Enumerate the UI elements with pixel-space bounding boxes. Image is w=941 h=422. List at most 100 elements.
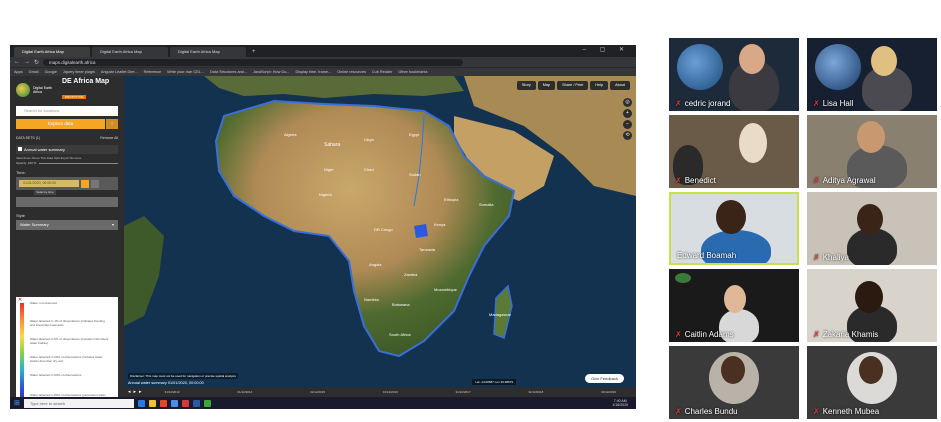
participant-tile-active-speaker[interactable]: Edward Boamah xyxy=(669,192,799,265)
forward-icon[interactable]: → xyxy=(24,59,30,65)
zoom-out-icon[interactable]: − xyxy=(623,120,632,129)
bookmark-item[interactable]: Display time, frame... xyxy=(295,70,331,74)
url-input[interactable]: maps.digitalearth.africa xyxy=(43,58,464,66)
muted-mic-icon: ✗ xyxy=(813,176,820,185)
reset-view-icon[interactable]: ⟲ xyxy=(623,131,632,140)
background-globe xyxy=(815,44,861,90)
app-icon[interactable] xyxy=(170,399,178,407)
toolbar-story-button[interactable]: Story xyxy=(516,81,536,90)
remove-all-button[interactable]: Remove All xyxy=(100,136,118,140)
map-label: Ethiopia xyxy=(444,197,459,202)
toolbar-map-button[interactable]: Map xyxy=(537,81,556,90)
map-label: Kenya xyxy=(434,222,446,227)
bookmark-item[interactable]: Other bookmarks xyxy=(398,70,427,74)
map-label: Egypt xyxy=(409,132,420,137)
zoom-controls: ◎ + − ⟲ xyxy=(623,98,632,142)
bookmark-item[interactable]: Google xyxy=(45,70,57,74)
participant-tile[interactable]: ✗ Lisa Hall xyxy=(807,38,937,111)
upload-icon[interactable]: ⇧ xyxy=(106,119,118,129)
muted-mic-icon: ✗ xyxy=(675,99,682,108)
toolbar-help-button[interactable]: Help xyxy=(590,81,609,90)
zoom-in-icon[interactable]: + xyxy=(623,109,632,118)
bookmark-item[interactable]: Apps xyxy=(14,70,23,74)
bookmark-item[interactable]: Gmail xyxy=(29,70,39,74)
window-controls[interactable]: – ▢ ✕ xyxy=(583,46,630,53)
datasets-label: DATA SETS (1) xyxy=(16,136,40,140)
style-select[interactable]: Water Summary ▾ xyxy=(16,220,118,230)
beta-badge: PROTOTYPE xyxy=(62,94,87,99)
app-icon[interactable] xyxy=(192,399,200,407)
participant-name: ✗ Kenneth Mubea xyxy=(813,407,880,416)
map-view[interactable]: Sahara Egypt Libya Algeria Niger Sudan C… xyxy=(124,76,636,397)
timeline-track[interactable]: 31/12/2013 31/12/2014 31/12/2015 31/12/2016… xyxy=(145,389,636,396)
layer-item[interactable]: Annual water summary xyxy=(16,145,118,154)
participant-tile[interactable]: ✗ Khaliya xyxy=(807,192,937,265)
legend-item: Water: not observed xyxy=(30,301,57,305)
avatar xyxy=(857,204,883,234)
location-search-input[interactable]: Search for locations xyxy=(16,106,118,116)
logo-icon xyxy=(16,83,30,97)
bookmark-item[interactable]: JavaScript: How Do... xyxy=(253,70,290,74)
bookmark-item[interactable]: Reference xyxy=(144,70,162,74)
participant-name: ✗ Caitlin Adams xyxy=(675,330,734,339)
time-panel xyxy=(16,197,118,207)
task-view-icon[interactable] xyxy=(137,399,145,407)
reload-icon[interactable]: ↻ xyxy=(34,59,39,66)
map-label: Somalia xyxy=(479,202,494,207)
bookmark-item[interactable]: Write your own CEL... xyxy=(167,70,204,74)
play-icon[interactable]: ▸ xyxy=(134,389,137,395)
windows-start-icon[interactable]: ⊞ xyxy=(14,399,20,407)
legend-item: Water detected in 1% of observations (in… xyxy=(30,319,105,327)
participant-tile[interactable]: ✗ Zakaria Khamis xyxy=(807,269,937,342)
participant-tile[interactable]: ✗ Charles Bundu xyxy=(669,346,799,419)
muted-mic-icon: ✗ xyxy=(675,407,682,416)
bookmark-item[interactable]: Jquery timer plugin xyxy=(63,70,95,74)
africa-map[interactable]: Sahara Egypt Libya Algeria Niger Sudan C… xyxy=(124,76,636,397)
bookmark-item[interactable]: Angular Leaflet Dire... xyxy=(101,70,138,74)
browser-tab[interactable]: Digital Earth Africa Map xyxy=(92,47,168,57)
toolbar-share-print-button[interactable]: Share / Print xyxy=(557,81,589,90)
calendar-button[interactable] xyxy=(81,179,89,188)
toolbar-about-button[interactable]: About xyxy=(610,81,630,90)
layer-checkbox[interactable] xyxy=(18,147,22,151)
map-label: Tanzania xyxy=(419,247,436,252)
app-icon[interactable] xyxy=(203,399,211,407)
opacity-slider[interactable] xyxy=(39,162,118,164)
avatar xyxy=(724,285,746,313)
video-gallery: ✗ cedric jorand ✗ Lisa Hall ✗ Benedict ✗ Adi… xyxy=(669,38,941,422)
chrome-icon[interactable] xyxy=(159,399,167,407)
browser-tab[interactable]: Digital Earth Africa Map xyxy=(14,47,90,57)
app-title: DE Africa Map xyxy=(62,77,110,85)
back-icon[interactable]: ← xyxy=(14,59,20,65)
bookmark-item[interactable]: Cub Reader xyxy=(372,70,392,74)
step-forward-icon[interactable]: ▸ xyxy=(139,389,142,395)
system-clock[interactable]: 7:40 AM 1/16/2020 xyxy=(612,399,636,407)
time-select[interactable]: 01/01/2020, 00:00:00 xyxy=(19,180,79,187)
compass-icon[interactable]: ◎ xyxy=(623,98,632,107)
time-settings-button[interactable] xyxy=(91,179,99,188)
app-icon[interactable] xyxy=(181,399,189,407)
participant-tile[interactable]: ✗ Kenneth Mubea xyxy=(807,346,937,419)
taskbar-search-input[interactable]: Type here to search xyxy=(23,398,134,408)
participant-tile[interactable]: ✗ Caitlin Adams xyxy=(669,269,799,342)
bookmark-item[interactable]: Data Structures and... xyxy=(210,70,247,74)
participant-tile[interactable]: ✗ Aditya Agrawal xyxy=(807,115,937,188)
bookmark-item[interactable]: Online resources xyxy=(337,70,366,74)
browser-tab[interactable]: Digital Earth Africa Map xyxy=(170,47,246,57)
feedback-button[interactable]: Give Feedback xyxy=(585,374,624,383)
file-explorer-icon[interactable] xyxy=(148,399,156,407)
participant-name: ✗ Aditya Agrawal xyxy=(813,176,876,185)
style-value: Water Summary xyxy=(20,222,49,227)
timeline-tick: 31/12/2017 xyxy=(455,390,471,394)
new-tab-icon[interactable]: + xyxy=(248,47,256,57)
explore-data-button[interactable]: Explore data xyxy=(16,119,106,129)
participant-tile[interactable]: ✗ cedric jorand xyxy=(669,38,799,111)
logo-text: Digital Earth Africa xyxy=(33,86,53,94)
step-back-icon[interactable]: ◂ xyxy=(128,389,131,395)
muted-mic-icon: ✗ xyxy=(813,99,820,108)
legend: ✕ Water: not observed Water detected in 1… xyxy=(16,297,118,409)
participant-tile[interactable]: ✗ Benedict xyxy=(669,115,799,188)
map-label: Chad xyxy=(364,167,374,172)
avatar xyxy=(716,200,746,234)
time-picker: 01/01/2020, 00:00:00 xyxy=(16,177,118,190)
